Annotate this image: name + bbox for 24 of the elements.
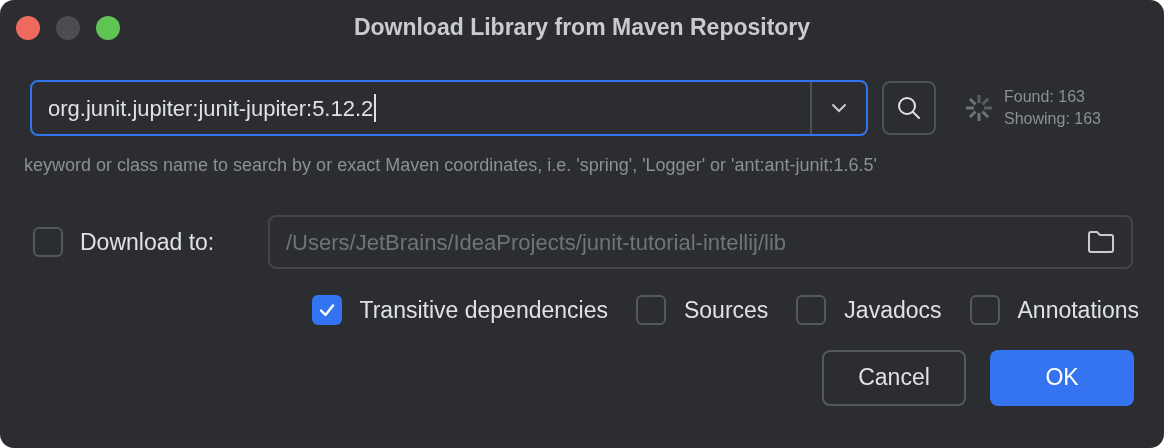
found-count: Found: 163 <box>1004 87 1086 107</box>
path-value: /Users/JetBrains/IdeaProjects/junit-tutorial-intellij/lib <box>286 228 787 257</box>
window-control[interactable] <box>16 16 40 40</box>
option-label: Javadocs <box>844 296 942 325</box>
option-label: Annotations <box>1017 296 1139 325</box>
hint-text: keyword or class name to search by or exact Maven coordinates, i.e. 'spring', 'Logger' or 'ant:ant-junit:1.6.5' <box>24 155 878 175</box>
ok-button[interactable]: OK <box>990 349 1134 406</box>
checkbox[interactable] <box>311 295 342 326</box>
download-to-label: Download to: <box>80 227 216 257</box>
search-value: org.junit.jupiter:junit-jupiter:5.12.2 <box>48 94 374 123</box>
chevron-down-icon[interactable] <box>831 103 847 113</box>
checkbox[interactable] <box>796 295 827 326</box>
cancel-button[interactable]: Cancel <box>822 349 966 406</box>
showing-count: Showing: 163 <box>1004 109 1101 129</box>
checkbox[interactable] <box>969 295 1000 326</box>
search-field[interactable]: org.junit.jupiter:junit-jupiter:5.12.2 <box>30 80 868 136</box>
option-label: Transitive dependencies <box>359 296 608 325</box>
window-title: Download Library from Maven Repository <box>353 12 811 42</box>
search-icon <box>896 95 922 121</box>
loading-spinner-icon <box>964 93 994 123</box>
window-control[interactable] <box>96 16 120 40</box>
search-button[interactable] <box>882 81 936 135</box>
option-label: Sources <box>683 296 769 325</box>
checkbox[interactable] <box>635 295 666 326</box>
